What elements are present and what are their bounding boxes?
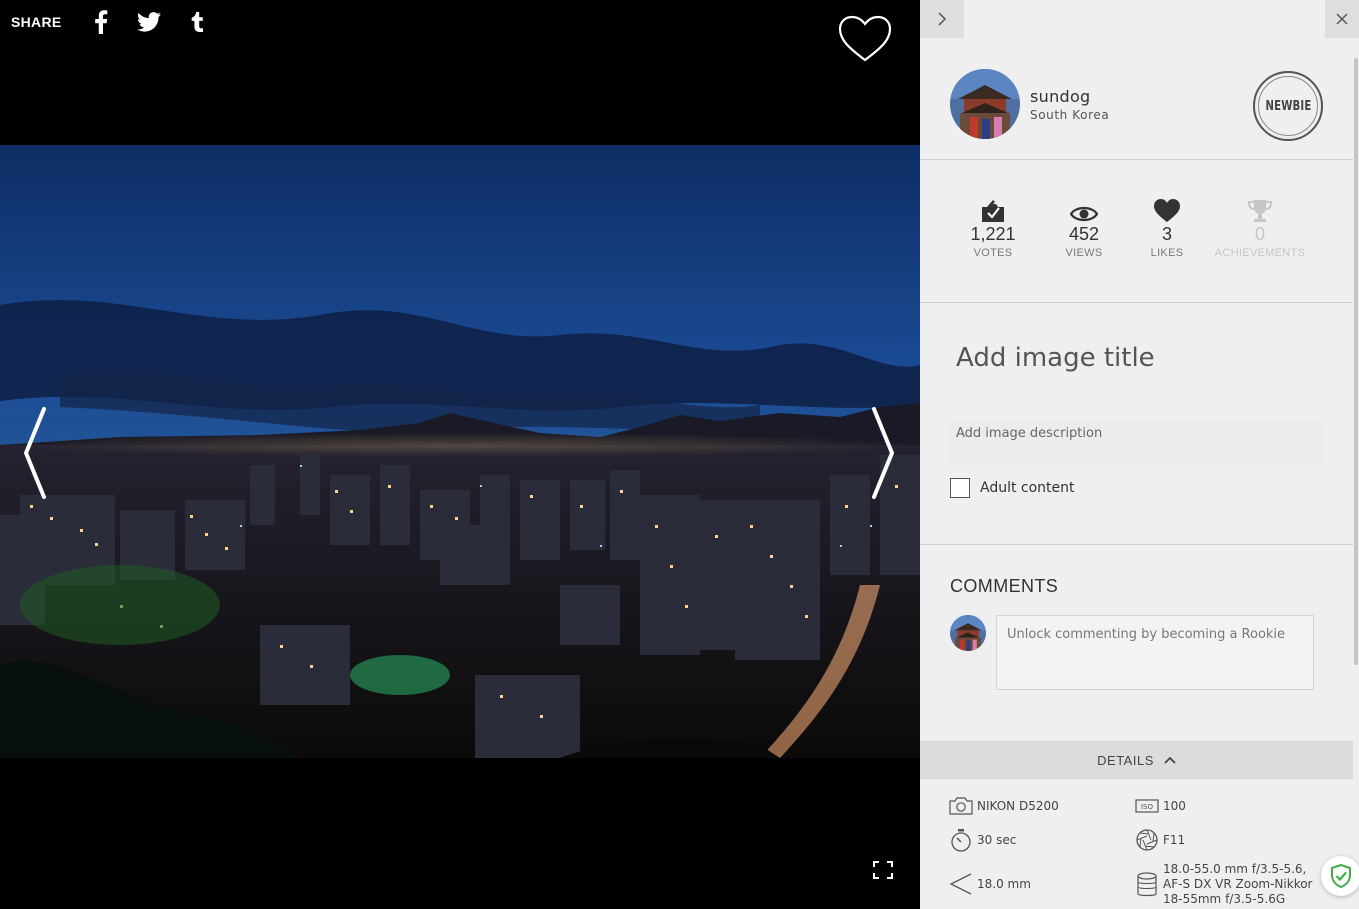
close-icon: [1336, 13, 1348, 25]
shutter-value: 30 sec: [977, 833, 1017, 847]
user-meta: sundog South Korea: [1030, 87, 1109, 122]
divider: [920, 302, 1353, 303]
fullscreen-icon[interactable]: [873, 861, 893, 879]
detail-shutter: 30 sec: [948, 827, 1016, 853]
stat-likes: 3 LIKES: [1117, 197, 1217, 259]
share-bar: SHARE: [11, 8, 232, 36]
heart-icon: [1117, 197, 1217, 223]
detail-lens: 18.0-55.0 mm f/3.5-5.6, AF-S DX VR Zoom-…: [1134, 862, 1313, 907]
avatar: [950, 615, 986, 651]
scrollbar-thumb[interactable]: [1354, 58, 1358, 665]
close-button[interactable]: [1325, 0, 1359, 38]
likes-value: 3: [1161, 224, 1172, 244]
detail-aperture: F11: [1134, 827, 1185, 853]
image-title-input[interactable]: [950, 330, 1323, 386]
detail-camera: NIKON D5200: [948, 793, 1059, 819]
share-label: SHARE: [11, 14, 62, 30]
trophy-icon: [1210, 197, 1310, 223]
chevron-up-icon: [1164, 756, 1176, 764]
votes-label: VOTES: [973, 247, 1013, 259]
achievements-label: ACHIEVEMENTS: [1214, 247, 1306, 259]
facebook-icon[interactable]: [88, 9, 114, 35]
stats-row: 1,221 VOTES 452 VIEWS 3 LIKES 0 ACHIEVEM…: [920, 197, 1353, 267]
chevron-right-icon: [938, 12, 947, 26]
divider: [920, 159, 1353, 160]
details-toggle[interactable]: DETAILS: [920, 741, 1353, 779]
aperture-icon: [1134, 827, 1160, 853]
iso-value: 100: [1163, 799, 1186, 813]
iso-icon: ISO: [1134, 793, 1160, 819]
stat-votes: 1,221 VOTES: [943, 197, 1043, 259]
camera-icon: [948, 793, 974, 819]
details-label: DETAILS: [1097, 752, 1154, 768]
focal-length-value: 18.0 mm: [977, 877, 1031, 891]
adult-content-toggle[interactable]: Adult content: [950, 478, 1075, 498]
twitter-icon[interactable]: [136, 9, 162, 35]
tumblr-icon[interactable]: [184, 9, 210, 35]
adult-content-checkbox[interactable]: [950, 478, 970, 498]
chevron-right-icon[interactable]: [868, 405, 898, 501]
photo: [0, 145, 920, 758]
like-heart-icon[interactable]: [837, 14, 893, 64]
camera-model: NIKON D5200: [977, 799, 1059, 813]
lens-value: 18.0-55.0 mm f/3.5-5.6, AF-S DX VR Zoom-…: [1163, 862, 1313, 906]
collapse-panel-button[interactable]: [920, 0, 964, 38]
info-panel: sundog South Korea NEWBIE 1,221 VOTES 45…: [920, 0, 1359, 909]
image-description-input[interactable]: [950, 419, 1322, 465]
comment-input[interactable]: [996, 615, 1314, 690]
image-viewer: SHARE: [0, 0, 920, 909]
votes-value: 1,221: [970, 224, 1016, 244]
votes-icon: [943, 197, 1043, 223]
adult-content-label: Adult content: [980, 480, 1075, 496]
achievements-value: 0: [1254, 224, 1265, 244]
avatar[interactable]: [950, 69, 1020, 139]
detail-iso: ISO 100: [1134, 793, 1186, 819]
level-badge[interactable]: NEWBIE: [1253, 71, 1323, 141]
username[interactable]: sundog: [1030, 87, 1109, 106]
stat-achievements: 0 ACHIEVEMENTS: [1210, 197, 1310, 259]
likes-label: LIKES: [1150, 247, 1184, 259]
user-location: South Korea: [1030, 107, 1110, 122]
chevron-left-icon[interactable]: [20, 405, 50, 501]
svg-text:ISO: ISO: [1141, 803, 1154, 811]
lens-icon: [1134, 871, 1160, 898]
comments-title: COMMENTS: [950, 576, 1059, 596]
shield-check-icon[interactable]: [1321, 856, 1359, 896]
stopwatch-icon: [948, 827, 974, 853]
level-text: NEWBIE: [1265, 98, 1311, 114]
focal-length-icon: [948, 871, 974, 897]
divider: [920, 544, 1353, 545]
detail-focal-length: 18.0 mm: [948, 871, 1031, 897]
aperture-value: F11: [1163, 833, 1186, 847]
user-profile: sundog South Korea: [950, 69, 1109, 139]
